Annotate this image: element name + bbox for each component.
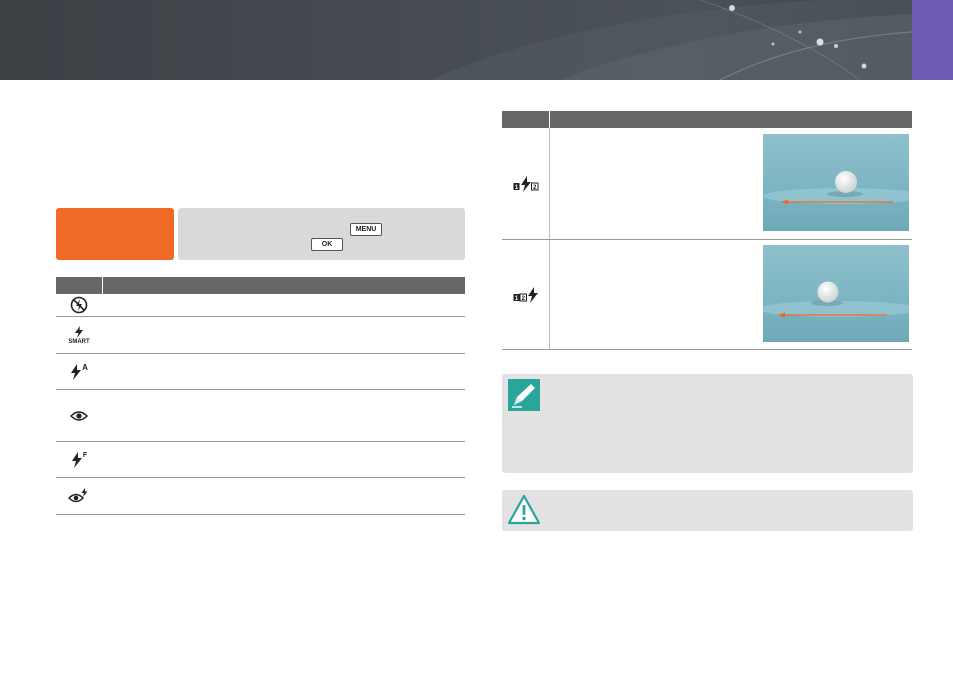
auto-flash-icon: A — [56, 354, 102, 389]
table-row — [56, 478, 465, 515]
second-curtain-icon: 1 2 — [502, 240, 549, 349]
table-row: A — [56, 354, 465, 390]
banner-swirl-graphic — [430, 0, 912, 80]
table-row: SMART — [56, 317, 465, 354]
flash-off-icon — [56, 294, 102, 316]
table-header — [502, 111, 912, 128]
header-banner — [0, 0, 912, 80]
table-header — [56, 277, 465, 294]
ok-key-icon: OK — [311, 238, 343, 251]
table-row: F — [56, 442, 465, 478]
pencil-note-icon — [508, 379, 540, 416]
fill-in-label: F — [82, 451, 88, 459]
warning-box — [502, 490, 913, 531]
table-row: 1 2 — [502, 128, 912, 240]
red-eye-icon — [56, 390, 102, 441]
smart-flash-icon: SMART — [56, 317, 102, 353]
shooting-mode-highlight — [56, 208, 174, 260]
fill-in-flash-icon: F — [56, 442, 102, 477]
smart-label: SMART — [68, 338, 90, 345]
auto-label: A — [82, 362, 88, 372]
table-row: 1 2 — [502, 240, 912, 350]
first-curtain-icon: 1 2 — [502, 128, 549, 239]
red-eye-fix-icon — [56, 478, 102, 514]
curtain-sync-table: 1 2 1 2 — [502, 111, 912, 351]
second-curtain-sample-photo — [763, 245, 909, 342]
menu-key-icon: MENU — [350, 223, 382, 236]
table-row — [56, 390, 465, 442]
table-row — [56, 294, 465, 317]
warning-icon — [507, 494, 541, 531]
first-curtain-sample-photo — [763, 134, 909, 231]
note-box — [502, 374, 913, 473]
section-tab — [912, 0, 953, 80]
instruction-box: MENU OK — [178, 208, 465, 260]
flash-options-table: SMART A F — [56, 277, 465, 515]
